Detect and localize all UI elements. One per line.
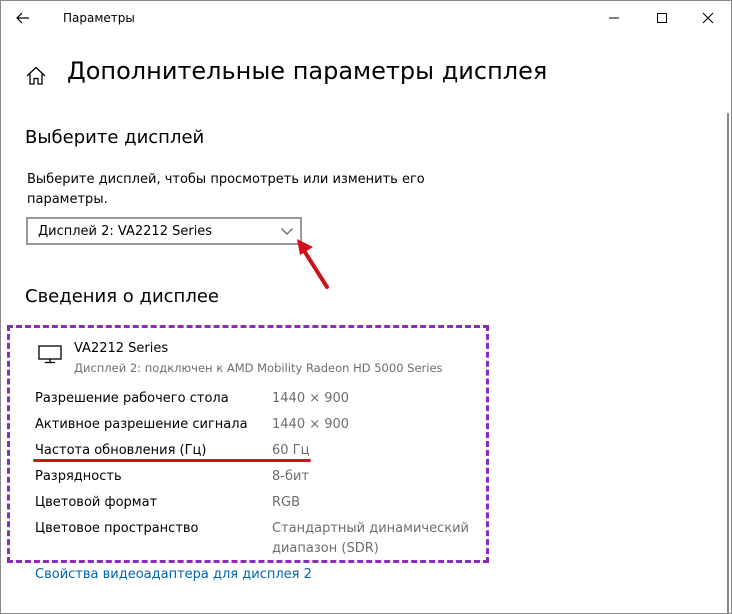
display-dropdown[interactable]: Дисплей 2: VA2212 Series bbox=[26, 217, 302, 245]
maximize-icon bbox=[657, 13, 667, 23]
info-label-color-format: Цветовой формат bbox=[35, 495, 158, 510]
info-value-active-signal-resolution: 1440 × 900 bbox=[272, 417, 350, 432]
settings-window: Параметры Дополнительные параметры диспл… bbox=[0, 0, 732, 614]
info-value-color-space: Стандартный динамический диапазон (SDR) bbox=[272, 521, 469, 556]
window-title: Параметры bbox=[63, 11, 135, 25]
info-value-color-format: RGB bbox=[272, 495, 301, 510]
annotation-underline bbox=[33, 459, 311, 462]
minimize-button[interactable] bbox=[591, 1, 637, 35]
info-label-bit-depth: Разрядность bbox=[35, 469, 122, 484]
info-label-active-signal-resolution: Активное разрешение сигнала bbox=[35, 417, 248, 432]
maximize-button[interactable] bbox=[639, 1, 685, 35]
page-title: Дополнительные параметры дисплея bbox=[67, 57, 548, 85]
monitor-subtitle: Дисплей 2: подключен к AMD Mobility Rade… bbox=[74, 361, 443, 375]
monitor-icon bbox=[38, 345, 62, 364]
minimize-icon bbox=[609, 17, 619, 19]
home-button[interactable] bbox=[23, 63, 49, 89]
info-value-bit-depth: 8-бит bbox=[272, 469, 310, 484]
select-display-description: Выберите дисплей, чтобы просмотреть или … bbox=[27, 172, 425, 207]
close-icon bbox=[702, 12, 714, 24]
display-dropdown-value: Дисплей 2: VA2212 Series bbox=[38, 224, 213, 239]
info-value-desktop-resolution: 1440 × 900 bbox=[272, 391, 350, 406]
adapter-properties-link[interactable]: Свойства видеоадаптера для дисплея 2 bbox=[35, 567, 312, 582]
annotation-arrow bbox=[297, 239, 329, 289]
info-label-refresh-rate: Частота обновления (Гц) bbox=[35, 443, 207, 458]
monitor-name: VA2212 Series bbox=[74, 341, 169, 356]
home-icon bbox=[26, 66, 46, 85]
close-button[interactable] bbox=[685, 1, 731, 35]
title-bar: Параметры bbox=[1, 1, 731, 35]
select-display-heading: Выберите дисплей bbox=[25, 127, 205, 148]
info-label-color-space: Цветовое пространство bbox=[35, 521, 199, 536]
display-info-heading: Сведения о дисплее bbox=[25, 286, 219, 307]
info-label-desktop-resolution: Разрешение рабочего стола bbox=[35, 391, 229, 406]
scrollbar[interactable] bbox=[727, 113, 729, 613]
info-value-refresh-rate: 60 Гц bbox=[272, 443, 310, 458]
back-arrow-icon bbox=[16, 12, 29, 24]
back-button[interactable] bbox=[9, 4, 37, 32]
